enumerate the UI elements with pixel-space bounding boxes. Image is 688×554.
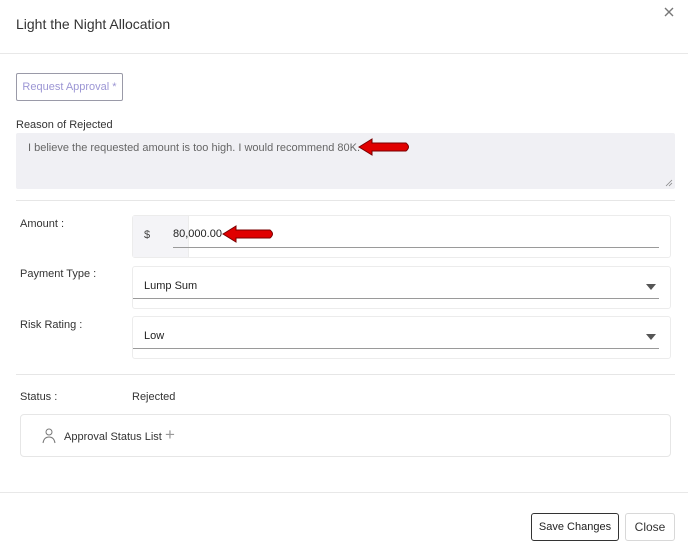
status-label: Status : — [20, 391, 58, 403]
chevron-down-icon[interactable] — [646, 334, 656, 340]
divider — [16, 374, 675, 375]
payment-type-value: Lump Sum — [144, 280, 198, 292]
payment-type-select[interactable]: Lump Sum — [132, 266, 671, 309]
reason-textarea[interactable]: I believe the requested amount is too hi… — [16, 133, 675, 189]
currency-symbol: $ — [144, 229, 151, 241]
reason-label: Reason of Rejected — [16, 119, 113, 131]
reason-text: I believe the requested amount is too hi… — [28, 142, 361, 154]
payment-type-label: Payment Type : — [20, 268, 97, 280]
chevron-down-icon[interactable] — [646, 284, 656, 290]
save-changes-button[interactable]: Save Changes — [531, 513, 619, 541]
close-button[interactable]: Close — [625, 513, 675, 541]
plus-icon[interactable]: + — [165, 426, 175, 443]
risk-rating-select[interactable]: Low — [132, 316, 671, 359]
dialog-title: Light the Night Allocation — [16, 16, 171, 32]
approval-status-list-label: Approval Status List — [64, 431, 162, 443]
amount-label: Amount : — [20, 218, 65, 230]
payment-type-underline — [133, 298, 659, 299]
resize-grip-icon[interactable] — [665, 179, 673, 187]
amount-underline — [173, 247, 659, 248]
divider — [16, 200, 675, 201]
dialog-header: Light the Night Allocation — [0, 0, 688, 54]
annotation-arrow-reason — [358, 138, 409, 156]
amount-field-card: $ 80,000.00 — [132, 215, 671, 258]
risk-rating-underline — [133, 348, 659, 349]
status-value: Rejected — [132, 391, 176, 403]
person-icon — [42, 428, 56, 444]
close-icon[interactable] — [661, 6, 677, 22]
annotation-arrow-amount — [222, 225, 273, 243]
amount-input[interactable]: 80,000.00 — [173, 228, 222, 240]
close-icon-glyph — [664, 7, 674, 17]
risk-rating-label: Risk Rating : — [20, 319, 83, 331]
risk-rating-value: Low — [144, 330, 165, 342]
approval-status-list[interactable]: Approval Status List + — [20, 414, 671, 457]
footer-divider — [0, 492, 688, 493]
request-approval-button[interactable]: Request Approval * — [16, 73, 123, 101]
